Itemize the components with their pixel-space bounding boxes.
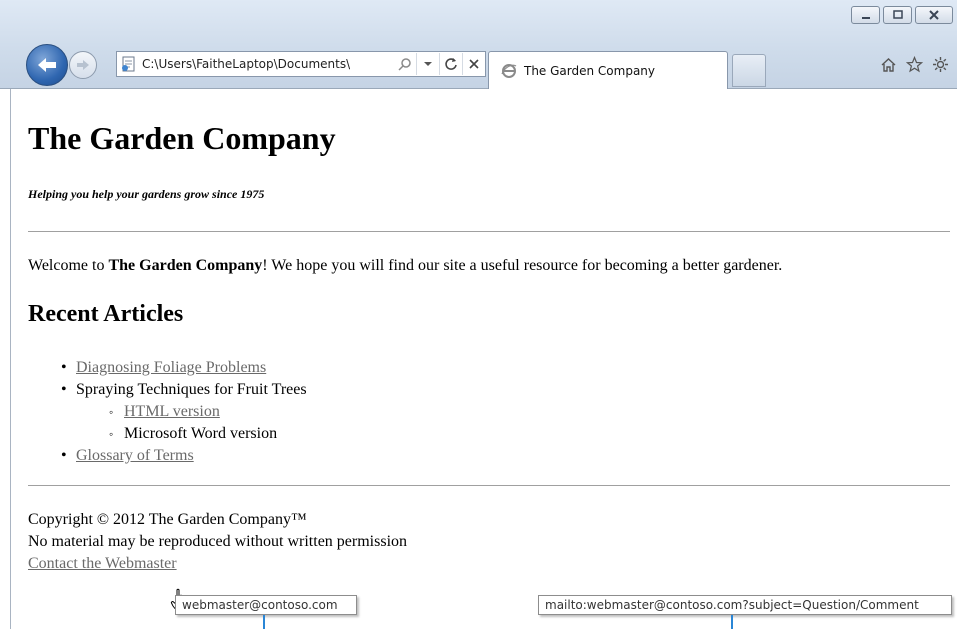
email-callout: webmaster@contoso.com [175,595,357,615]
forward-button[interactable] [69,51,97,79]
welcome-text: Welcome to The Garden Company! We hope y… [28,257,782,275]
callout-leader-line [731,615,733,629]
search-button[interactable] [394,53,416,75]
sub-bullet: ◦ [109,405,114,419]
article-link-glossary[interactable]: Glossary of Terms [76,447,194,464]
tools-button[interactable] [932,56,949,73]
arrow-left-icon [38,58,56,72]
tab-title: The Garden Company [524,63,656,78]
contact-webmaster-link[interactable]: Contact the Webmaster [28,555,177,572]
tab-garden-company[interactable]: The Garden Company [488,51,728,89]
ie-icon [501,63,517,78]
minimize-icon [861,17,870,19]
list-item: ◦ HTML version [28,401,307,423]
window-controls [851,6,953,24]
browser-chrome: C:\Users\FaitheLaptop\Documents\M The Ga… [0,0,957,89]
list-item: ◦ Microsoft Word version [28,423,307,445]
welcome-company-name: The Garden Company [108,257,263,274]
chevron-down-icon [424,62,432,66]
maximize-icon [892,10,903,19]
bullet: • [61,381,67,398]
mailto-callout: mailto:webmaster@contoso.com?subject=Que… [538,595,952,615]
close-icon [929,10,939,20]
search-icon [398,58,411,71]
back-button[interactable] [26,44,68,86]
home-button[interactable] [880,56,897,73]
close-button[interactable] [915,6,953,24]
star-icon [905,55,924,73]
stop-icon [469,59,479,69]
divider [28,231,950,232]
welcome-text-start: Welcome to [28,257,109,274]
refresh-icon [445,58,457,70]
favorites-button[interactable] [905,55,924,73]
arrow-right-icon [77,60,89,70]
address-url[interactable]: C:\Users\FaitheLaptop\Documents\M [142,57,350,71]
welcome-text-end: ! We hope you will find our site a usefu… [262,257,783,274]
gear-icon [933,57,948,72]
minimize-button[interactable] [851,6,880,24]
divider [28,485,950,486]
recent-articles-heading: Recent Articles [28,301,184,327]
article-link-foliage[interactable]: Diagnosing Foliage Problems [76,359,266,376]
list-item: • Diagnosing Foliage Problems [28,357,307,379]
article-link-html-version[interactable]: HTML version [124,403,220,420]
article-list: • Diagnosing Foliage Problems • Spraying… [28,357,307,467]
page-title: The Garden Company [28,120,336,156]
address-bar[interactable]: C:\Users\FaitheLaptop\Documents\M [116,51,486,77]
browser-toolbar [880,55,949,73]
address-tools [394,52,485,76]
article-word-version: Microsoft Word version [124,425,278,442]
tagline: Helping you help your gardens grow since… [28,187,265,201]
bullet: • [61,359,67,376]
footer: Copyright © 2012 The Garden Company™ No … [28,509,407,575]
bullet: • [61,447,67,464]
new-tab-button[interactable] [732,54,766,87]
stop-button[interactable] [462,53,485,75]
maximize-button[interactable] [883,6,912,24]
refresh-button[interactable] [439,53,462,75]
address-dropdown-button[interactable] [416,53,439,75]
page-icon [122,56,135,72]
page-content: The Garden Company Helping you help your… [10,89,957,629]
copyright-text: Copyright © 2012 The Garden Company™ [28,511,307,528]
callout-leader-line [263,615,265,629]
list-item: • Spraying Techniques for Fruit Trees [28,379,307,401]
home-icon [881,58,896,72]
permission-notice: No material may be reproduced without wr… [28,533,408,550]
list-item: • Glossary of Terms [28,445,307,467]
article-title-spraying: Spraying Techniques for Fruit Trees [76,381,307,398]
sub-bullet: ◦ [109,427,114,441]
